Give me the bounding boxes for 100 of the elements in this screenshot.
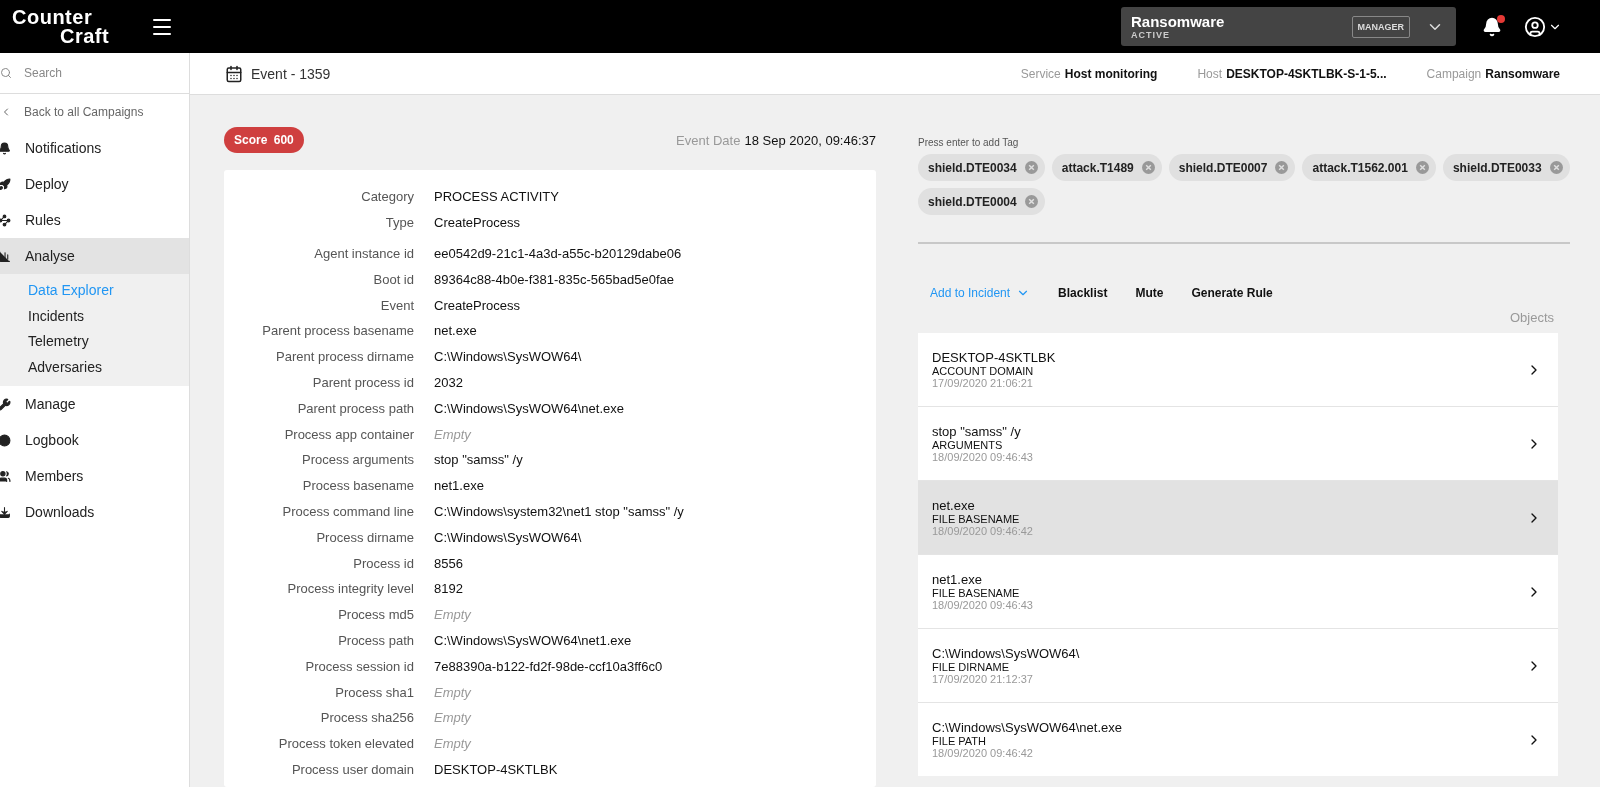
field-value: 8556 — [434, 555, 464, 571]
field-value: stop "samss" /y — [434, 452, 524, 468]
wrench-icon — [0, 397, 11, 411]
object-type: FILE PATH — [932, 735, 987, 747]
tag-chip[interactable]: shield.DTE0007 — [1168, 154, 1296, 181]
action-button[interactable]: Blacklist — [1058, 282, 1108, 304]
nav-subitem[interactable]: Telemetry — [0, 329, 189, 355]
field-value: 2032 — [434, 374, 464, 390]
field-value: Empty — [434, 607, 472, 623]
download-icon — [0, 505, 11, 519]
field-value: C:\Windows\system32\net1 stop "samss" /y — [434, 503, 685, 519]
object-time: 18/09/2020 09:46:43 — [932, 599, 1034, 611]
nav-subitem[interactable]: Incidents — [0, 303, 189, 329]
action-button[interactable]: Mute — [1135, 282, 1164, 304]
tag-chip[interactable]: shield.DTE0004 — [918, 188, 1045, 215]
field-label: Process app container — [283, 426, 414, 442]
object-value: net1.exe — [932, 572, 983, 587]
field-label: Agent instance id — [313, 246, 414, 261]
field-label: Parent process dirname — [275, 349, 414, 365]
field-value: Empty — [434, 710, 472, 726]
object-item[interactable]: C:\Windows\SysWOW64\net.exe FILE PATH 18/09/2020 09:46:42 — [918, 703, 1558, 776]
nav-item[interactable]: Deploy — [0, 166, 189, 202]
campaign-selector[interactable]: Ransomware ACTIVE MANAGER — [1121, 7, 1456, 46]
object-item[interactable]: stop "samss" /y ARGUMENTS 18/09/2020 09:46:43 — [918, 407, 1558, 480]
back-link[interactable]: Back to all Campaigns — [0, 94, 189, 130]
field-label: Event — [379, 297, 414, 313]
field-label: Process arguments — [301, 452, 414, 468]
nav-subitem[interactable]: Adversaries — [0, 354, 189, 380]
user-icon[interactable] — [1524, 15, 1546, 38]
search-icon — [0, 67, 12, 79]
object-time: 17/09/2020 21:06:21 — [932, 377, 1034, 389]
field-value: Empty — [434, 426, 472, 442]
field-value: net.exe — [434, 323, 478, 339]
field-label: Parent process basename — [261, 323, 414, 339]
field-label: Process path — [337, 632, 414, 648]
field-value: Empty — [434, 684, 472, 700]
field-label: Process basename — [301, 478, 414, 494]
logo: Counter Craft — [12, 7, 111, 46]
meta-field: Campaign Ransomware — [1426, 66, 1560, 81]
meta-field: Host DESKTOP-4SKTLBK-S-1-5... — [1197, 66, 1387, 81]
tag-chip[interactable]: shield.DTE0034 — [918, 154, 1045, 181]
user-menu-button[interactable] — [1524, 15, 1562, 38]
nav-item[interactable]: Downloads — [0, 494, 189, 530]
people-icon — [0, 469, 11, 483]
object-value: C:\Windows\SysWOW64\net.exe — [932, 720, 1123, 735]
bell-icon — [0, 141, 11, 155]
object-type: FILE DIRNAME — [932, 661, 1010, 673]
nav-item[interactable]: Logbook — [0, 422, 189, 458]
nav-item[interactable]: Analyse — [0, 238, 189, 274]
nav-item[interactable]: Manage — [0, 386, 189, 422]
action-button[interactable]: Generate Rule — [1191, 282, 1273, 304]
object-value: net.exe — [932, 498, 976, 513]
tag-chip[interactable]: attack.T1562.001 — [1302, 154, 1436, 181]
field-label: Category — [360, 189, 414, 205]
field-value: CreateProcess — [434, 297, 521, 313]
object-time: 18/09/2020 09:46:42 — [932, 525, 1034, 537]
field-label: Process sha1 — [334, 684, 414, 700]
object-value: C:\Windows\SysWOW64\ — [932, 646, 1081, 661]
field-label: Process md5 — [337, 607, 414, 623]
field-label: Parent process id — [311, 374, 414, 390]
field-label: Process dirname — [315, 529, 414, 545]
field-label: Process command line — [281, 503, 414, 519]
field-value: C:\Windows\SysWOW64\ — [434, 529, 583, 545]
nav-item[interactable]: Members — [0, 458, 189, 494]
field-label: Type — [384, 215, 414, 231]
score-badge: Score 600 — [224, 127, 304, 153]
object-type: FILE BASENAME — [932, 513, 1021, 525]
notifications-icon[interactable] — [1482, 16, 1502, 37]
role-badge: MANAGER — [1351, 15, 1410, 38]
field-label: Process user domain — [290, 761, 414, 777]
tag-chip[interactable]: shield.DTE0033 — [1442, 154, 1570, 181]
meta-field: Service Host monitoring — [1020, 66, 1158, 81]
field-label: Process integrity level — [286, 581, 414, 597]
nav-item[interactable]: Notifications — [0, 130, 189, 166]
nav-item[interactable]: Rules — [0, 202, 189, 238]
field-label: Boot id — [372, 271, 414, 287]
field-value: DESKTOP-4SKTLBK — [434, 761, 559, 777]
tag-chip[interactable]: attack.T1489 — [1051, 154, 1162, 181]
object-item[interactable]: DESKTOP-4SKTLBK ACCOUNT DOMAIN 17/09/2020 21:06:21 — [918, 333, 1558, 406]
object-type: FILE BASENAME — [932, 587, 1021, 599]
object-item[interactable]: C:\Windows\SysWOW64\ FILE DIRNAME 17/09/2020 21:12:37 — [918, 629, 1558, 702]
object-time: 17/09/2020 21:12:37 — [932, 673, 1034, 685]
campaign-status: ACTIVE — [1131, 30, 1171, 40]
field-label: Process id — [352, 555, 414, 571]
field-value: net1.exe — [434, 478, 485, 494]
field-value: CreateProcess — [434, 215, 521, 231]
calendar-icon — [225, 64, 243, 83]
object-item[interactable]: net1.exe FILE BASENAME 18/09/2020 09:46:43 — [918, 555, 1558, 628]
tag-hint: Press enter to add Tag — [918, 137, 1020, 148]
objects-heading: Objects — [1509, 310, 1554, 325]
field-value: ee0542d9-21c1-4a3d-a55c-b20129dabe06 — [434, 246, 683, 261]
field-value: 89364c88-4b0e-f381-835c-565bad5e0fae — [434, 271, 675, 287]
field-label: Parent process path — [296, 400, 414, 416]
field-value: C:\Windows\SysWOW64\net.exe — [434, 400, 625, 416]
field-value: C:\Windows\SysWOW64\net1.exe — [434, 632, 633, 648]
event-date: Event Date 18 Sep 2020, 09:46:37 — [676, 132, 876, 148]
field-value: Empty — [434, 736, 472, 752]
field-value: PROCESS ACTIVITY — [434, 189, 560, 205]
object-value: DESKTOP-4SKTLBK — [932, 350, 1057, 365]
field-label: Process sha256 — [319, 710, 414, 726]
